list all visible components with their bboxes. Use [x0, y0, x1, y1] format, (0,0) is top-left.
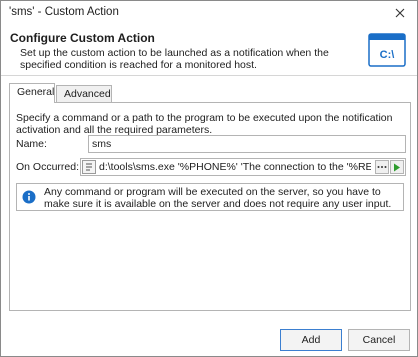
general-tab-panel: Specify a command or a path to the progr…	[9, 102, 411, 311]
general-description: Specify a command or a path to the progr…	[16, 112, 393, 136]
command-value[interactable]: d:\tools\sms.exe '%PHONE%' 'The connecti…	[99, 161, 371, 173]
header-title: Configure Custom Action	[10, 31, 155, 45]
command-prompt-icon: C:\	[368, 33, 406, 67]
play-icon	[394, 163, 400, 171]
macro-insert-icon[interactable]	[82, 160, 96, 174]
info-text: Any command or program will be executed …	[44, 186, 392, 210]
command-prompt-icon-text: C:\	[380, 49, 395, 61]
tab-strip: General Advanced	[9, 83, 411, 103]
cancel-button[interactable]: Cancel	[348, 329, 410, 351]
info-icon	[22, 190, 36, 204]
title-bar: 'sms' - Custom Action	[1, 1, 417, 25]
close-button[interactable]	[383, 1, 417, 25]
window-title: 'sms' - Custom Action	[9, 6, 119, 18]
dialog-window: 'sms' - Custom Action Configure Custom A…	[0, 0, 418, 357]
name-input[interactable]	[88, 135, 406, 153]
browse-button[interactable]	[375, 160, 389, 174]
ellipsis-icon	[377, 166, 387, 168]
header-description: Set up the custom action to be launched …	[20, 47, 329, 71]
run-test-button[interactable]	[390, 160, 404, 174]
close-icon	[395, 8, 405, 18]
dialog-header: Configure Custom Action Set up the custo…	[1, 25, 417, 75]
header-separator	[1, 75, 417, 76]
tab-advanced[interactable]: Advanced	[56, 85, 112, 103]
dialog-footer: Add Cancel	[1, 319, 417, 356]
on-occurred-label: On Occurred:	[16, 161, 80, 173]
add-button[interactable]: Add	[280, 329, 342, 351]
info-notice: Any command or program will be executed …	[16, 183, 404, 211]
command-field[interactable]: d:\tools\sms.exe '%PHONE%' 'The connecti…	[80, 158, 406, 176]
name-label: Name:	[16, 138, 47, 150]
tab-general[interactable]: General	[9, 83, 55, 103]
